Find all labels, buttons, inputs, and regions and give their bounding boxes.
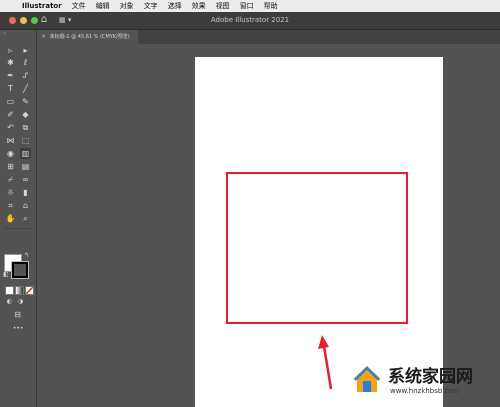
app-title-bar: Adobe Illustrator 2021 ⌂ ▦ ▾ — [0, 12, 500, 30]
menu-effect[interactable]: 效果 — [192, 0, 206, 12]
paintbrush-tool-icon[interactable]: ✎ — [20, 96, 31, 107]
app-title: Adobe Illustrator 2021 — [210, 16, 290, 24]
shape-builder-tool-icon[interactable]: ◉ — [5, 148, 16, 159]
slice-tool-icon[interactable]: ⌂ — [20, 200, 31, 211]
watermark-title: 系统家园网 — [388, 367, 473, 387]
symbol-sprayer-tool-icon[interactable]: ☼ — [5, 187, 16, 198]
gradient-mode-button[interactable] — [15, 286, 24, 295]
document-tab-bar: × 未标题-1 @ 45.61 % (CMYK/预览) — [0, 30, 500, 44]
stroke-color-swatch[interactable] — [12, 262, 28, 278]
rectangle-shape[interactable] — [226, 172, 408, 324]
menu-app-name[interactable]: Illustrator — [22, 0, 62, 12]
menu-type[interactable]: 文字 — [144, 0, 158, 12]
color-mode-button[interactable] — [5, 286, 14, 295]
tools-panel: « ▹ ▸ ✱ ℓ ✒ ᔑ T ╱ ▭ ✎ ✐ ◆ ↶ ⧉ ⋈ ⬚ ◉ ▥ ⊞ … — [0, 30, 37, 407]
watermark-url: www.hnzkhbsb.com — [390, 387, 460, 395]
document-tab-label: 未标题-1 @ 45.61 % (CMYK/预览) — [49, 34, 130, 40]
close-tab-icon[interactable]: × — [39, 30, 48, 44]
document-tab[interactable]: × 未标题-1 @ 45.61 % (CMYK/预览) — [36, 30, 138, 44]
annotation-arrow-icon — [318, 335, 333, 390]
draw-behind-icon[interactable]: ◑ — [15, 296, 26, 307]
zoom-tool-icon[interactable]: ⌕ — [20, 213, 31, 224]
curvature-tool-icon[interactable]: ᔑ — [20, 70, 31, 81]
default-fill-stroke-icon[interactable]: ◧ — [3, 271, 9, 278]
free-transform-tool-icon[interactable]: ⬚ — [20, 135, 31, 146]
pen-tool-icon[interactable]: ✒ — [5, 70, 16, 81]
panel-collapse-icon[interactable]: « — [3, 31, 6, 37]
perspective-grid-tool-icon[interactable]: ▥ — [20, 148, 31, 159]
blend-tool-icon[interactable]: ∞ — [20, 174, 31, 185]
width-tool-icon[interactable]: ⋈ — [5, 135, 16, 146]
arrow-head — [318, 335, 329, 349]
lasso-tool-icon[interactable]: ℓ — [20, 57, 31, 68]
edit-toolbar-icon[interactable]: ••• — [7, 323, 29, 334]
none-mode-button[interactable] — [25, 286, 34, 295]
workspace-switcher-icon[interactable]: ▦ ▾ — [59, 14, 71, 26]
menu-view[interactable]: 视图 — [216, 0, 230, 12]
scale-tool-icon[interactable]: ⧉ — [20, 122, 31, 133]
close-window-button[interactable] — [9, 17, 16, 24]
screen-mode-icon[interactable]: ⊟ — [12, 309, 23, 320]
type-tool-icon[interactable]: T — [5, 83, 16, 94]
zoom-window-button[interactable] — [31, 17, 38, 24]
rotate-tool-icon[interactable]: ↶ — [5, 122, 16, 133]
direct-selection-tool-icon[interactable]: ▸ — [20, 45, 31, 56]
rectangle-tool-icon[interactable]: ▭ — [5, 96, 16, 107]
eraser-tool-icon[interactable]: ◆ — [20, 109, 31, 120]
mesh-tool-icon[interactable]: ⊞ — [5, 161, 16, 172]
column-graph-tool-icon[interactable]: ▮ — [20, 187, 31, 198]
shaper-tool-icon[interactable]: ✐ — [5, 109, 16, 120]
arrow-shaft — [322, 345, 333, 390]
draw-mode-icon[interactable]: ◐ — [4, 296, 15, 307]
line-segment-tool-icon[interactable]: ╱ — [20, 83, 31, 94]
menu-help[interactable]: 帮助 — [264, 0, 278, 12]
menu-select[interactable]: 选择 — [168, 0, 182, 12]
home-icon[interactable]: ⌂ — [38, 13, 50, 27]
hand-tool-icon[interactable]: ✋ — [5, 213, 16, 224]
artboard-tool-icon[interactable]: ⌗ — [5, 200, 16, 211]
menu-file[interactable]: 文件 — [72, 0, 86, 12]
menu-window[interactable]: 窗口 — [240, 0, 254, 12]
minimize-window-button[interactable] — [20, 17, 27, 24]
selection-tool-icon[interactable]: ▹ — [5, 45, 16, 56]
eyedropper-tool-icon[interactable]: ⌿ — [5, 174, 16, 185]
menu-object[interactable]: 对象 — [120, 0, 134, 12]
menu-bar: Illustrator 文件 编辑 对象 文字 选择 效果 视图 窗口 帮助 — [0, 0, 500, 12]
gradient-tool-icon[interactable]: ▤ — [20, 161, 31, 172]
toolbar-divider — [5, 228, 31, 229]
menu-edit[interactable]: 编辑 — [96, 0, 110, 12]
watermark: 系统家园网 www.hnzkhbsb.com — [346, 358, 496, 404]
swap-fill-stroke-icon[interactable]: ↰ — [24, 252, 29, 259]
watermark-logo-icon — [353, 366, 381, 392]
magic-wand-tool-icon[interactable]: ✱ — [5, 57, 16, 68]
